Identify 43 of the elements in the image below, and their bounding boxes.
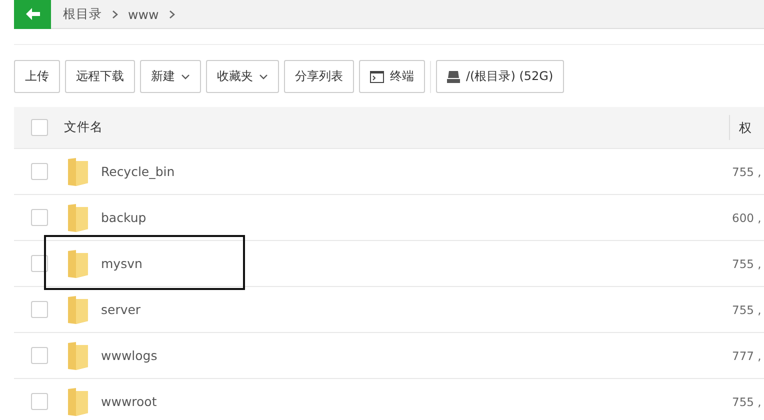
folder-icon (68, 296, 88, 324)
folder-icon (68, 158, 88, 186)
toolbar-button[interactable]: 收藏夹 (206, 60, 279, 93)
breadcrumb-item[interactable]: www (128, 6, 159, 22)
chevron-down-icon (181, 74, 190, 80)
folder-icon (68, 342, 88, 370)
file-name[interactable]: backup (101, 210, 146, 225)
chevron-right-icon (168, 10, 175, 18)
breadcrumb-item[interactable]: 根目录 (63, 6, 102, 22)
folder-icon (68, 388, 88, 416)
column-header[interactable]: 文件名 (64, 119, 720, 136)
column-header[interactable]: 权 (729, 115, 752, 140)
permission-cell-text: 755 , (731, 302, 762, 316)
row-checkbox[interactable] (30, 209, 48, 226)
folder-icon (68, 204, 88, 232)
row-checkbox[interactable] (30, 347, 48, 364)
drive-icon (447, 70, 460, 82)
file-name[interactable]: mysvn (101, 256, 142, 271)
toolbar-button[interactable]: /(根目录) (52G) (436, 60, 564, 93)
permission-cell-text: 600 , (731, 210, 762, 224)
chevron-right-icon (112, 10, 118, 18)
file-name[interactable]: wwwlogs (101, 348, 158, 363)
file-name[interactable]: Recycle_bin (101, 164, 175, 179)
row-checkbox[interactable] (30, 393, 48, 410)
folder-icon (68, 250, 88, 278)
toolbar-button[interactable]: 上传 (14, 60, 60, 93)
row-checkbox[interactable] (30, 301, 48, 318)
toolbar-button[interactable]: 新建 (140, 60, 201, 93)
row-checkbox[interactable] (30, 163, 48, 180)
permission-cell-text: 755 , (731, 394, 762, 408)
toolbar-button[interactable]: 分享列表 (284, 60, 354, 93)
file-name[interactable]: server (101, 302, 141, 317)
permission-cell-text: 777 , (731, 348, 762, 362)
select-all-checkbox[interactable] (30, 119, 48, 136)
toolbar-button[interactable]: 终端 (359, 60, 425, 93)
terminal-icon (370, 70, 384, 82)
file-name[interactable]: wwwroot (101, 394, 157, 409)
back-arrow-icon (26, 8, 40, 20)
chevron-down-icon (259, 74, 268, 80)
back-button[interactable] (14, 0, 51, 28)
permission-cell-text: 755 , (731, 164, 762, 178)
toolbar-button[interactable]: 远程下载 (65, 60, 135, 93)
permission-cell-text: 755 , (731, 256, 762, 270)
